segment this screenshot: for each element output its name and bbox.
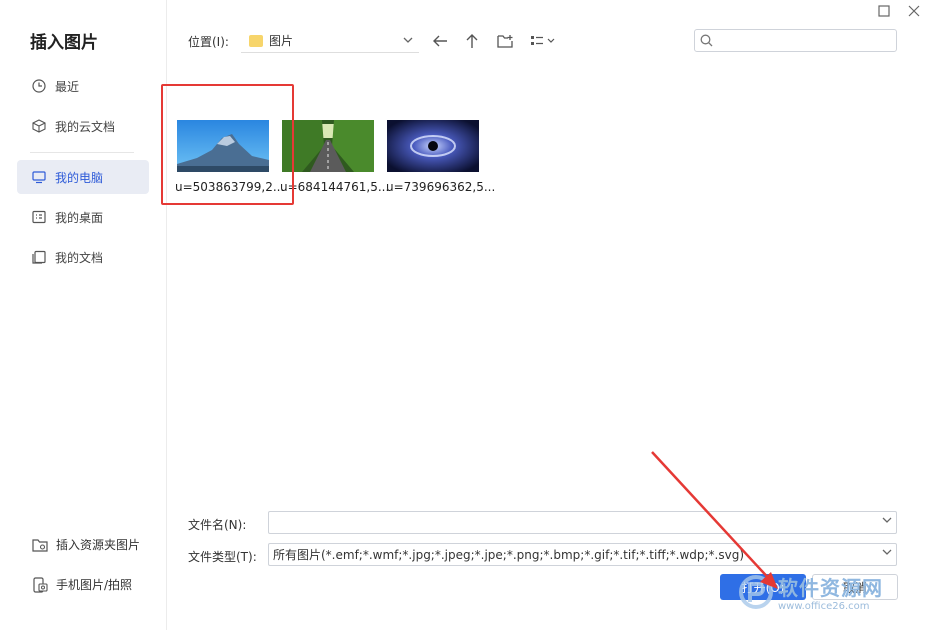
sidebar-item-my-computer[interactable]: 我的电脑 bbox=[17, 160, 149, 194]
arrow-up-icon bbox=[466, 34, 478, 48]
sidebar-item-recent[interactable]: 最近 bbox=[17, 69, 149, 103]
dialog-title: 插入图片 bbox=[30, 33, 98, 53]
document-icon bbox=[32, 250, 46, 264]
file-name: u=684144761,5... bbox=[280, 180, 390, 194]
filetype-select[interactable]: 所有图片(*.emf;*.wmf;*.jpg;*.jpeg;*.jpe;*.pn… bbox=[268, 543, 897, 566]
filename-field[interactable] bbox=[268, 511, 897, 534]
location-value: 图片 bbox=[269, 34, 294, 48]
insert-resource-folder-label: 插入资源夹图片 bbox=[56, 538, 141, 552]
sidebar-item-documents[interactable]: 我的文档 bbox=[17, 240, 149, 274]
annotation-arrow bbox=[651, 451, 778, 589]
cosmic-eye-image bbox=[387, 120, 479, 172]
search-icon bbox=[700, 34, 713, 47]
arrow-left-icon bbox=[433, 35, 447, 47]
view-mode-button[interactable] bbox=[529, 31, 559, 51]
chevron-down-icon bbox=[403, 37, 413, 43]
sidebar-item-label: 我的电脑 bbox=[55, 170, 104, 185]
road-image bbox=[282, 120, 374, 172]
filename-label: 文件名(N): bbox=[188, 518, 247, 532]
folder-icon bbox=[249, 34, 263, 47]
new-folder-icon bbox=[497, 35, 513, 48]
close-button[interactable] bbox=[905, 2, 923, 20]
file-thumbnail[interactable] bbox=[387, 120, 479, 172]
search-box[interactable] bbox=[694, 29, 897, 52]
maximize-icon bbox=[878, 5, 890, 17]
watermark-url: www.office26.com bbox=[778, 601, 870, 612]
up-button[interactable] bbox=[461, 31, 483, 51]
folder-image-icon bbox=[32, 537, 48, 553]
clock-icon bbox=[32, 79, 46, 93]
sidebar-item-label: 我的云文档 bbox=[55, 119, 116, 134]
sidebar-item-label: 最近 bbox=[55, 79, 80, 94]
chevron-down-icon bbox=[882, 517, 892, 523]
close-icon bbox=[908, 5, 920, 17]
sidebar-item-desktop[interactable]: 我的桌面 bbox=[17, 200, 149, 234]
desktop-icon bbox=[32, 210, 46, 224]
selection-highlight-box bbox=[161, 84, 294, 205]
phone-photo-button[interactable]: 手机图片/拍照 bbox=[32, 576, 132, 593]
maximize-button[interactable] bbox=[875, 2, 893, 20]
search-input[interactable] bbox=[717, 32, 896, 49]
sidebar-divider bbox=[30, 152, 134, 153]
location-label: 位置(I): bbox=[188, 35, 229, 49]
file-name: u=739696362,5... bbox=[386, 180, 496, 194]
chevron-down-icon bbox=[882, 549, 892, 555]
list-view-icon bbox=[531, 36, 555, 45]
watermark-text: 软件资源网 bbox=[778, 576, 883, 600]
cloud-box-icon bbox=[32, 119, 46, 133]
phone-photo-label: 手机图片/拍照 bbox=[56, 578, 133, 592]
new-folder-button[interactable] bbox=[494, 31, 516, 51]
filetype-label: 文件类型(T): bbox=[188, 550, 257, 564]
back-button[interactable] bbox=[429, 31, 451, 51]
sidebar-item-label: 我的文档 bbox=[55, 250, 104, 265]
phone-photo-icon bbox=[32, 576, 48, 593]
file-thumbnail[interactable] bbox=[282, 120, 374, 172]
sidebar-item-label: 我的桌面 bbox=[55, 210, 104, 225]
sidebar-item-cloud-docs[interactable]: 我的云文档 bbox=[17, 109, 149, 143]
insert-resource-folder-button[interactable]: 插入资源夹图片 bbox=[32, 536, 140, 553]
location-dropdown[interactable]: 图片 bbox=[241, 29, 419, 53]
monitor-icon bbox=[32, 170, 46, 184]
